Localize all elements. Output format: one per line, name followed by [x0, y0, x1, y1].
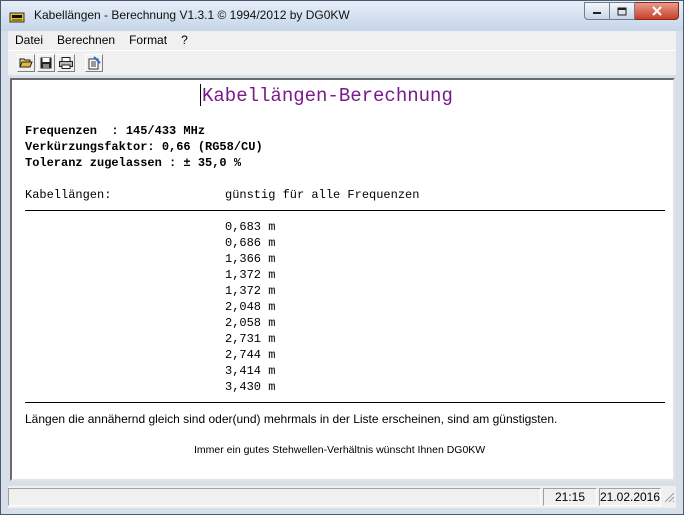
save-icon [40, 57, 52, 69]
length-item: 1,372 m [225, 284, 276, 298]
title-bar[interactable]: Kabellängen - Berechnung V1.3.1 © 1994/2… [1, 1, 683, 31]
resize-grip[interactable] [663, 488, 676, 506]
footer-greeting: Immer ein gutes Stehwellen-Verhältnis wü… [194, 444, 486, 456]
length-item: 1,372 m [225, 268, 276, 282]
status-time: 21:15 [543, 488, 597, 506]
document-area[interactable]: Kabellängen-Berechnung Frequenzen : 145/… [10, 78, 675, 481]
print-button[interactable] [57, 54, 75, 72]
menu-berechnen[interactable]: Berechnen [50, 31, 122, 50]
length-item: 3,414 m [225, 364, 276, 378]
menu-datei[interactable]: Datei [8, 31, 50, 50]
length-item: 2,058 m [225, 316, 276, 330]
minimize-button[interactable] [584, 2, 610, 20]
lengths-label: Kabellängen: [25, 188, 112, 202]
save-button[interactable] [37, 54, 55, 72]
frequency-line: Frequenzen : 145/433 MHz [25, 124, 206, 138]
lengths-column-header: günstig für alle Frequenzen [225, 188, 420, 202]
close-icon [651, 6, 662, 16]
document-heading: Kabellängen-Berechnung [202, 85, 453, 107]
calculate-icon [88, 56, 101, 70]
menu-bar: Datei Berechnen Format ? [8, 31, 676, 50]
calculate-button[interactable] [85, 54, 103, 72]
length-item: 1,366 m [225, 252, 276, 266]
minimize-icon [593, 12, 601, 14]
length-item: 0,683 m [225, 220, 276, 234]
length-item: 2,048 m [225, 300, 276, 314]
resize-grip-icon [664, 492, 675, 502]
maximize-icon [617, 7, 627, 15]
length-item: 2,744 m [225, 348, 276, 362]
divider-top [25, 210, 665, 211]
close-button[interactable] [635, 2, 679, 20]
print-icon [59, 57, 73, 69]
status-pane-message [8, 488, 541, 506]
text-caret [200, 84, 201, 106]
open-icon [19, 58, 33, 68]
app-window: Kabellängen - Berechnung V1.3.1 © 1994/2… [0, 0, 684, 515]
menu-help[interactable]: ? [174, 31, 195, 50]
length-item: 0,686 m [225, 236, 276, 250]
toolbar [8, 50, 676, 75]
window-title: Kabellängen - Berechnung V1.3.1 © 1994/2… [34, 8, 350, 22]
tolerance-line: Toleranz zugelassen : ± 35,0 % [25, 156, 242, 170]
status-bar: 21:15 21.02.2016 [8, 486, 676, 508]
velocity-factor-line: Verkürzungsfaktor: 0,66 (RG58/CU) [25, 140, 263, 154]
recommendation-note: Längen die annähernd gleich sind oder(un… [25, 412, 558, 426]
app-icon [9, 9, 25, 23]
divider-bottom [25, 402, 665, 403]
length-item: 3,430 m [225, 380, 276, 394]
menu-format[interactable]: Format [122, 31, 174, 50]
status-date: 21.02.2016 [599, 488, 661, 506]
length-item: 2,731 m [225, 332, 276, 346]
maximize-button[interactable] [610, 2, 635, 20]
open-button[interactable] [17, 54, 35, 72]
